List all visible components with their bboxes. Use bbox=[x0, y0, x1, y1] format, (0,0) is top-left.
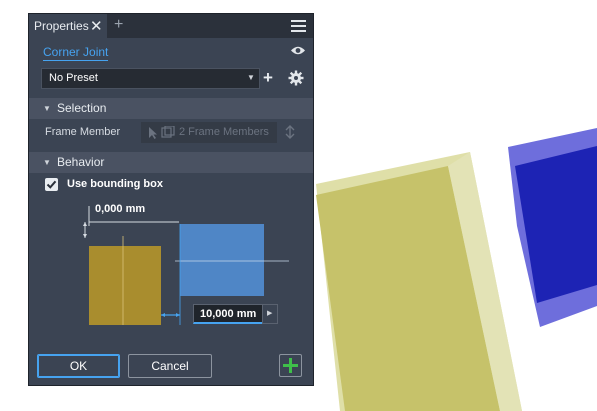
frame-member-selector[interactable]: 2 Frame Members bbox=[141, 122, 277, 143]
frame-member-blue-face bbox=[515, 146, 597, 303]
ok-button[interactable]: OK bbox=[37, 354, 120, 378]
section-behavior-label: Behavior bbox=[57, 155, 105, 169]
properties-panel: Properties ✕ + Corner Joint No Preset ▼ … bbox=[28, 13, 314, 386]
eye-icon[interactable] bbox=[290, 45, 306, 56]
gap-value: 10,000 mm bbox=[200, 308, 257, 320]
collapse-triangle-icon: ▼ bbox=[43, 158, 51, 167]
section-behavior[interactable]: ▼ Behavior bbox=[29, 152, 313, 173]
top-offset-label: 0,000 mm bbox=[95, 203, 146, 215]
frame-member-label: Frame Member bbox=[45, 126, 121, 138]
checkmark-icon bbox=[46, 180, 57, 189]
tab-properties-label: Properties bbox=[34, 19, 89, 33]
frame-member-value: 2 Frame Members bbox=[179, 126, 269, 138]
gear-icon[interactable] bbox=[288, 70, 304, 86]
green-plus-icon bbox=[283, 358, 298, 373]
select-cursor-icon bbox=[149, 126, 175, 139]
chevron-down-icon: ▼ bbox=[247, 73, 255, 82]
add-tab-icon[interactable]: + bbox=[114, 16, 123, 34]
preset-dropdown[interactable]: No Preset ▼ bbox=[41, 68, 260, 89]
member-a-shape bbox=[89, 246, 161, 325]
section-selection-label: Selection bbox=[57, 101, 107, 115]
cancel-button[interactable]: Cancel bbox=[128, 354, 212, 378]
apply-button[interactable] bbox=[279, 354, 302, 377]
chevron-right-icon: ▶ bbox=[267, 310, 273, 317]
bounding-box-label: Use bounding box bbox=[67, 178, 163, 190]
member-b-shape bbox=[180, 224, 264, 296]
plus-icon[interactable]: + bbox=[263, 68, 273, 88]
hamburger-menu-icon[interactable] bbox=[291, 20, 306, 32]
bounding-box-checkbox[interactable] bbox=[45, 178, 58, 191]
tab-bar: Properties ✕ + bbox=[29, 14, 313, 38]
value-options-button[interactable]: ▶ bbox=[262, 304, 278, 324]
tab-properties[interactable]: Properties ✕ bbox=[29, 14, 107, 38]
close-icon[interactable]: ✕ bbox=[90, 17, 103, 35]
preset-value: No Preset bbox=[49, 72, 98, 84]
section-selection[interactable]: ▼ Selection bbox=[29, 98, 313, 119]
swap-icon[interactable] bbox=[283, 124, 297, 140]
collapse-triangle-icon: ▼ bbox=[43, 104, 51, 113]
feature-name-link[interactable]: Corner Joint bbox=[43, 45, 109, 61]
